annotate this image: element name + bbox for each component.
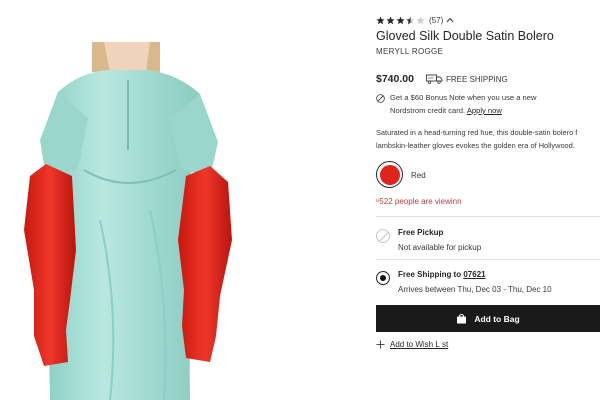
shipping-title: Free Shipping to 07621 xyxy=(398,270,486,279)
star-filled-icon xyxy=(386,15,395,24)
product-image[interactable] xyxy=(0,0,262,400)
divider xyxy=(376,216,600,217)
product-details: (57) Gloved Silk Double Satin Bolero MER… xyxy=(376,0,600,400)
bonus-note-text: Get a $60 Bonus Note when you use a new xyxy=(390,93,537,102)
product-title: Gloved Silk Double Satin Bolero xyxy=(376,29,554,43)
divider xyxy=(376,259,600,260)
product-price: $740.00 xyxy=(376,73,414,85)
wish-list-label[interactable]: Add to Wish L st xyxy=(390,340,448,349)
add-to-bag-label: Add to Bag xyxy=(474,313,520,324)
rating-summary[interactable]: (57) xyxy=(376,14,454,26)
add-to-wish-list[interactable]: Add to Wish L st xyxy=(376,340,448,349)
plus-icon xyxy=(376,340,385,349)
shipping-dates: Arrives between Thu, Dec 03 - Thu, Dec 1… xyxy=(398,285,552,294)
star-rating xyxy=(376,15,425,25)
selected-color-name: Red xyxy=(411,171,426,180)
shipping-title-text: Free Shipping to xyxy=(398,270,462,279)
viewers-count: ⁶522 people are viewinn xyxy=(376,197,462,206)
pickup-title: Free Pickup xyxy=(398,228,444,237)
bonus-note-text-2: Nordstrom credit card. Apply now xyxy=(390,106,502,115)
review-count[interactable]: (57) xyxy=(429,16,443,25)
apply-now-link[interactable]: Apply now xyxy=(467,106,502,115)
bonus-card-text: Nordstrom credit card. xyxy=(390,106,466,115)
dress-illustration xyxy=(24,42,232,400)
zip-code-link[interactable]: 07621 xyxy=(463,270,485,279)
description-line: lambskin-leather gloves evokes the golde… xyxy=(376,141,575,150)
viewers-text: 522 people are viewinn xyxy=(379,197,462,206)
product-description: Saturated in a head-turning red hue, thi… xyxy=(376,126,600,152)
brand-name[interactable]: MERYLL ROGGE xyxy=(376,47,443,56)
chevron-up-icon[interactable] xyxy=(446,17,454,23)
no-fee-icon xyxy=(376,94,385,103)
shopping-bag-icon xyxy=(457,313,467,324)
color-swatch-red[interactable] xyxy=(376,161,403,188)
star-filled-icon xyxy=(396,15,405,24)
pickup-radio[interactable] xyxy=(376,229,390,243)
star-half-icon xyxy=(406,15,415,24)
swatch-fill xyxy=(379,164,400,185)
description-line: Saturated in a head-turning red hue, thi… xyxy=(376,128,578,137)
add-to-bag-button[interactable]: Add to Bag xyxy=(376,305,600,332)
star-filled-icon xyxy=(376,15,385,24)
right-glove xyxy=(178,166,232,362)
star-empty-icon xyxy=(416,15,425,24)
neck xyxy=(104,42,150,72)
pickup-status: Not available for pickup xyxy=(398,243,482,252)
shipping-radio[interactable] xyxy=(376,271,390,285)
free-shipping-label: FREE SHIPPING xyxy=(445,74,508,84)
delivery-truck-icon xyxy=(426,74,443,84)
price-row: $740.00 FREE SHIPPING xyxy=(376,73,508,85)
